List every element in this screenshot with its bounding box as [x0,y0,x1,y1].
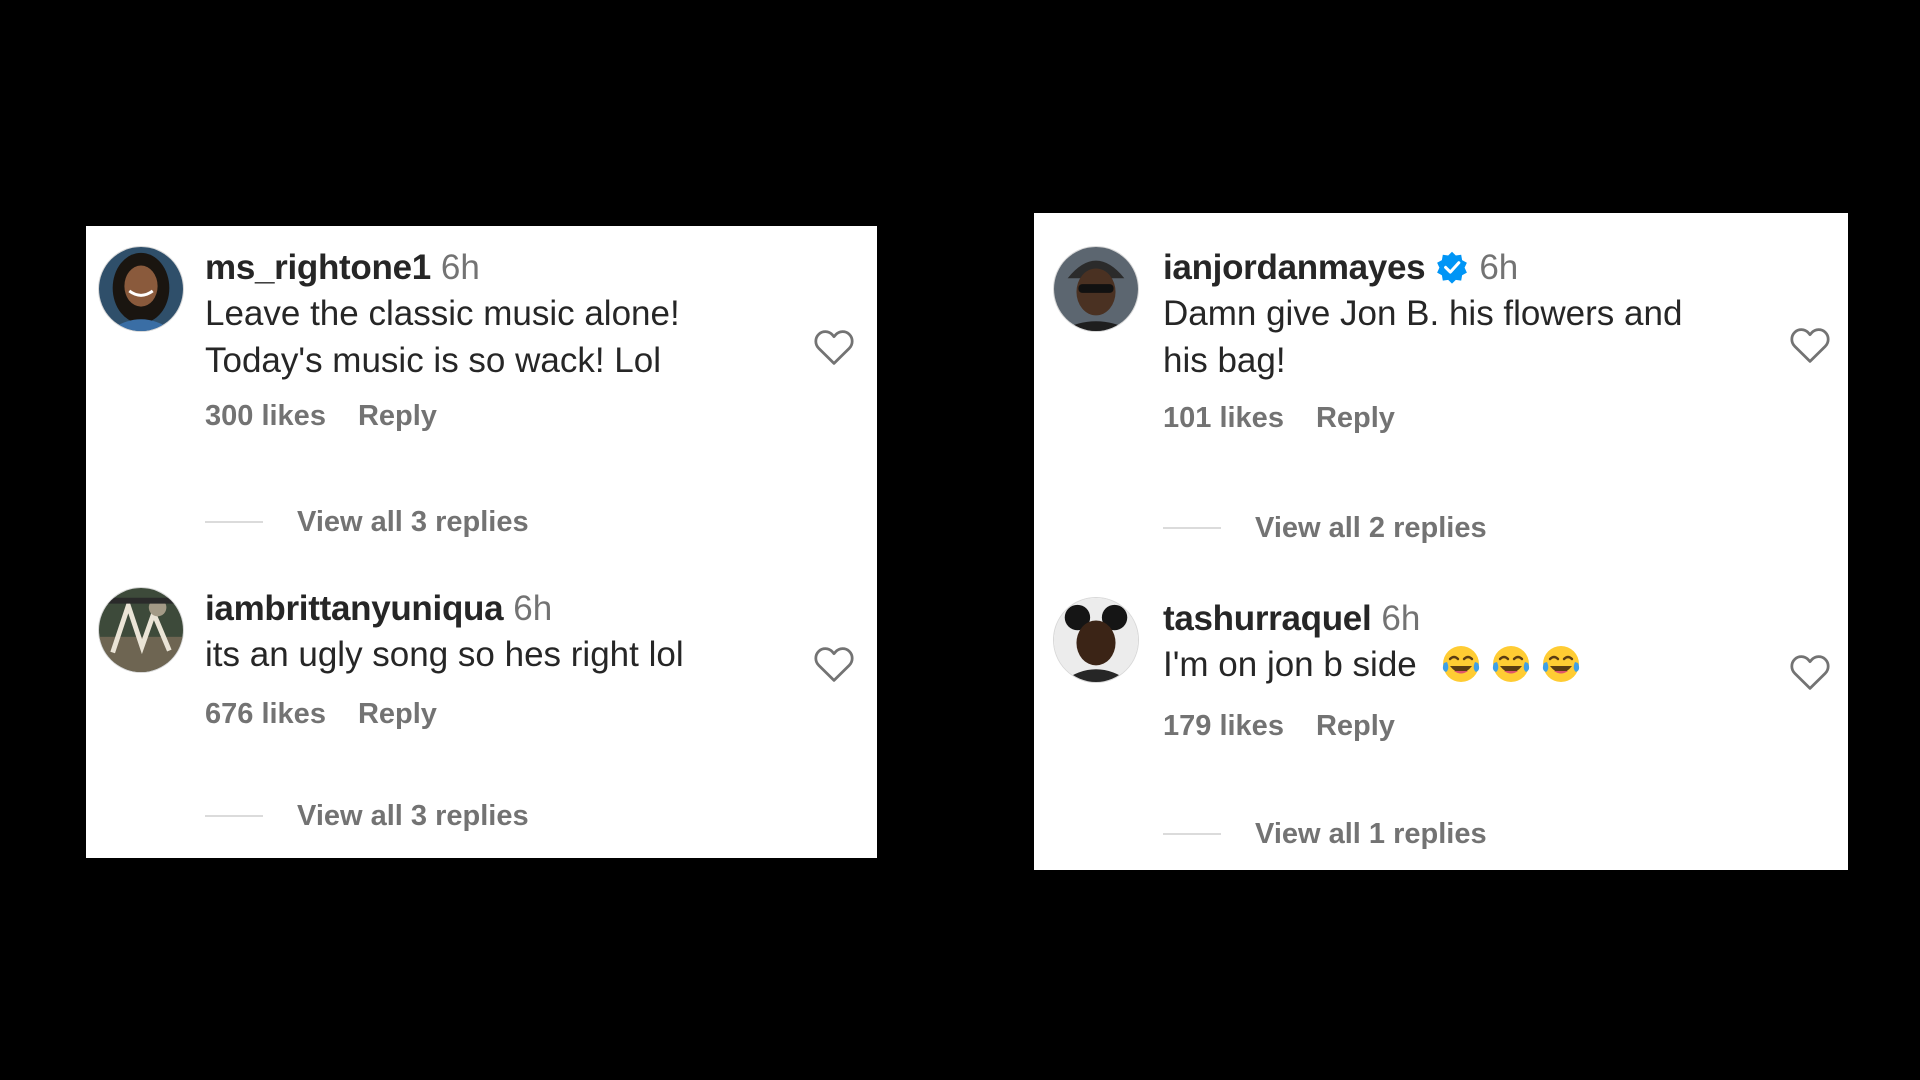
comments-panel-left: ms_rightone1 6h Leave the classic music a… [86,226,877,858]
view-replies-button[interactable]: View all 2 replies [1163,510,1487,546]
username[interactable]: tashurraquel [1163,599,1372,638]
heart-outline-icon[interactable] [813,328,855,366]
avatar[interactable] [98,246,184,332]
likes-count[interactable]: 179 likes [1163,710,1284,742]
username[interactable]: ms_rightone1 [205,248,431,287]
heart-outline-icon[interactable] [1789,653,1831,691]
comment-text-line: Damn give Jon B. his flowers and [1163,294,1683,333]
timestamp: 6h [513,589,553,628]
comment-text: Damn give Jon B. his flowers and his bag… [1163,290,1768,384]
comment-text-line: his bag! [1163,341,1286,380]
likes-count[interactable]: 101 likes [1163,402,1284,434]
comment-text-line: I'm on jon b side [1163,645,1417,684]
comment-text: Leave the classic music alone! Today's m… [205,290,797,384]
username[interactable]: ianjordanmayes [1163,248,1426,287]
replies-divider [205,521,263,523]
reply-button[interactable]: Reply [1316,402,1395,434]
comments-panel-right: ianjordanmayes 6h Damn give Jon B. his fl… [1034,213,1848,870]
reply-button[interactable]: Reply [1316,710,1395,742]
view-replies-label: View all 2 replies [1255,511,1487,544]
replies-divider [205,815,263,817]
likes-count[interactable]: 300 likes [205,400,326,432]
username[interactable]: iambrittanyuniqua [205,589,504,628]
comment-text: its an ugly song so hes right lol [205,631,797,678]
comment-text-line: Leave the classic music alone! [205,294,680,333]
timestamp: 6h [1479,248,1519,287]
view-replies-button[interactable]: View all 1 replies [1163,816,1487,852]
comment-text-line: its an ugly song so hes right lol [205,635,684,674]
reply-button[interactable]: Reply [358,400,437,432]
avatar[interactable] [1053,246,1139,332]
view-replies-label: View all 3 replies [297,799,529,832]
view-replies-label: View all 1 replies [1255,817,1487,850]
face-with-tears-of-joy-icon [1491,644,1531,684]
heart-outline-icon[interactable] [1789,326,1831,364]
avatar[interactable] [1053,597,1139,683]
replies-divider [1163,833,1221,835]
face-with-tears-of-joy-icon [1541,644,1581,684]
reply-button[interactable]: Reply [358,698,437,730]
likes-count[interactable]: 676 likes [205,698,326,730]
face-with-tears-of-joy-icon [1441,644,1481,684]
view-replies-button[interactable]: View all 3 replies [205,798,529,834]
comment-text-line: Today's music is so wack! Lol [205,341,662,380]
comment-text: I'm on jon b side [1163,641,1768,688]
avatar[interactable] [98,587,184,673]
verified-badge-icon [1435,250,1469,284]
heart-outline-icon[interactable] [813,645,855,683]
timestamp: 6h [440,248,480,287]
replies-divider [1163,527,1221,529]
timestamp: 6h [1381,599,1421,638]
view-replies-button[interactable]: View all 3 replies [205,504,529,540]
view-replies-label: View all 3 replies [297,505,529,538]
